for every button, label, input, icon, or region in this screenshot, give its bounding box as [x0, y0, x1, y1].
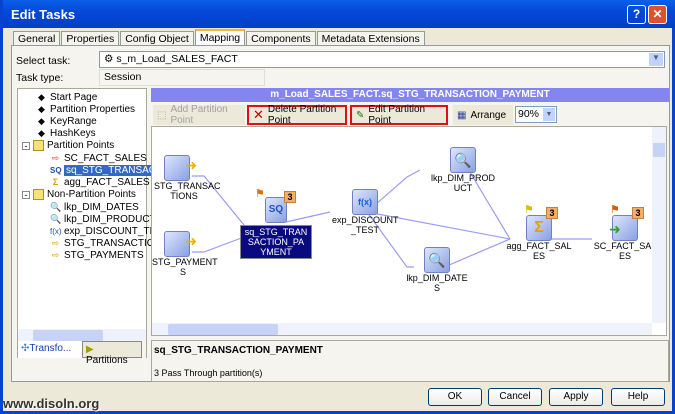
chevron-down-icon[interactable]: ▼: [649, 53, 663, 66]
help-title-button[interactable]: ?: [627, 5, 646, 24]
collapse-icon[interactable]: -: [22, 141, 30, 150]
tree-item-lkp-dim-product[interactable]: 🔍 lkp_DIM_PRODUCT: [50, 214, 156, 225]
select-task-dropdown[interactable]: ⚙ s_m_Load_SALES_FACT ▼: [99, 51, 665, 68]
arrange-icon: ▦: [457, 109, 467, 121]
delete-partition-point-button[interactable]: ✕ Delete Partition Point: [247, 104, 347, 126]
node-stg-payments[interactable]: ➜ STG_PAYMENT S: [152, 231, 218, 277]
edit-pencil-icon: ✎: [356, 109, 365, 121]
tree-folder-non-partition-points[interactable]: - Non-Partition Points: [22, 189, 136, 200]
node-lkp-dim-dates[interactable]: 🔍 lkp_DIM_DATE S: [404, 247, 470, 293]
partition-tree-panel: ◆ Start Page ◆ Partition Properties ◆ KeyRa…: [17, 88, 175, 366]
partition-count-badge: 3: [632, 207, 644, 219]
task-type-value: Session: [99, 69, 265, 86]
help-button[interactable]: Help: [611, 388, 665, 406]
apply-button[interactable]: Apply: [549, 388, 603, 406]
delete-x-icon: ✕: [253, 107, 264, 122]
tree-item-partition-properties[interactable]: ◆ Partition Properties: [36, 104, 135, 115]
add-icon: ⬚: [157, 109, 167, 121]
partition-info-panel: sq_STG_TRANSACTION_PAYMENT 3 Pass Throug…: [151, 340, 669, 382]
session-gear-icon: ⚙: [104, 53, 114, 65]
lookup-icon: 🔍: [50, 202, 62, 212]
node-exp-discount-test[interactable]: f(x) exp_DISCOUNT _TEST: [332, 189, 399, 235]
watermark: www.disoln.org: [3, 396, 100, 411]
node-icon: ◆: [38, 104, 45, 114]
source-table-icon: ➜: [164, 155, 197, 181]
close-button[interactable]: ✕: [648, 5, 667, 24]
title-bar: Edit Tasks: [3, 0, 675, 28]
tree-item-keyrange[interactable]: ◆ KeyRange: [36, 116, 97, 127]
edit-partition-point-button[interactable]: ✎ Edit Partition Point: [350, 104, 448, 126]
expression-icon: f(x): [352, 189, 378, 215]
partition-count-badge: 3: [284, 191, 296, 203]
partitions-flag-icon: ▶: [86, 344, 94, 355]
source-qualifier-icon: SQ: [50, 166, 62, 175]
tab-components[interactable]: Components: [246, 31, 316, 45]
info-name: sq_STG_TRANSACTION_PAYMENT: [154, 345, 323, 356]
node-icon: ◆: [38, 128, 45, 138]
lookup-icon: 🔍: [450, 147, 476, 173]
lookup-icon: 🔍: [424, 247, 450, 273]
node-icon: ◆: [38, 92, 45, 102]
add-partition-point-button[interactable]: ⬚ Add Partition Point: [153, 104, 245, 126]
partition-count-badge: 3: [546, 207, 558, 219]
selected-node-label: sq_STG_TRAN SACTION_PA YMENT: [240, 225, 312, 259]
source-icon: ⇨: [51, 250, 60, 260]
tree-item-stg-payments[interactable]: ⇨ STG_PAYMENTS: [50, 250, 144, 261]
node-sc-fact-sales[interactable]: ➜ 3 ⚑ SC_FACT_SAL ES: [592, 205, 658, 262]
canvas-vertical-scrollbar[interactable]: [652, 127, 666, 323]
chevron-down-icon[interactable]: ▼: [543, 108, 555, 121]
select-task-value: s_m_Load_SALES_FACT: [116, 53, 238, 65]
aggregator-icon: Σ: [52, 177, 59, 187]
tab-bar: General Properties Config Object Mapping…: [13, 29, 426, 46]
ok-button[interactable]: OK: [428, 388, 482, 406]
source-icon: ⇨: [51, 238, 60, 248]
tree-item-sc-fact-sales[interactable]: ⇨ SC_FACT_SALES: [50, 153, 147, 164]
node-stg-transactions[interactable]: ➜ STG_TRANSAC TIONS: [154, 155, 221, 201]
collapse-icon[interactable]: -: [22, 190, 30, 199]
expression-icon: f(x): [50, 227, 62, 236]
source-table-icon: ➜: [164, 231, 197, 257]
tab-config-object[interactable]: Config Object: [120, 31, 194, 45]
tree-folder-partition-points[interactable]: - Partition Points: [22, 140, 114, 151]
node-lkp-dim-product[interactable]: 🔍 lkp_DIM_PROD UCT: [430, 147, 496, 193]
select-task-label: Select task:: [16, 55, 71, 67]
tree-item-start-page[interactable]: ◆ Start Page: [36, 92, 97, 103]
lookup-icon: 🔍: [50, 214, 62, 224]
link-lines: [192, 168, 592, 269]
tab-metadata-extensions[interactable]: Metadata Extensions: [316, 31, 425, 45]
window-title: Edit Tasks: [11, 7, 76, 22]
tab-general[interactable]: General: [13, 31, 61, 45]
partition-flag-icon: ⚑: [255, 188, 265, 200]
folder-icon: [33, 189, 44, 200]
arrange-button[interactable]: ▦ Arrange: [453, 105, 513, 125]
mapping-header: m_Load_SALES_FACT.sq_STG_TRANSACTION_PAY…: [151, 88, 669, 102]
canvas-horizontal-scrollbar[interactable]: [152, 323, 652, 335]
tree-item-hashkeys[interactable]: ◆ HashKeys: [36, 128, 96, 139]
task-type-label: Task type:: [16, 72, 64, 84]
cancel-button[interactable]: Cancel: [488, 388, 542, 406]
tab-transformations[interactable]: ✣Transfo...: [18, 341, 82, 358]
edit-tasks-dialog: Edit Tasks ? ✕ General Properties Config…: [0, 0, 675, 414]
mapping-canvas[interactable]: ➜ STG_TRANSAC TIONS ➜ STG_PAYMENT S SQ 3 ⚑…: [151, 126, 667, 336]
tab-mapping[interactable]: Mapping: [194, 29, 246, 45]
mapping-panel: m_Load_SALES_FACT.sq_STG_TRANSACTION_PAY…: [151, 88, 669, 382]
node-sq-stg-transaction-payment[interactable]: SQ 3 ⚑ sq_STG_TRAN SACTION_PA YMENT: [240, 189, 312, 259]
tree-item-lkp-dim-dates[interactable]: 🔍 lkp_DIM_DATES: [50, 202, 139, 213]
tree-item-agg-fact-sales[interactable]: Σagg_FACT_SALES: [50, 177, 150, 188]
target-icon: ⇨: [51, 153, 60, 163]
partition-flag-icon: ⚑: [524, 204, 534, 216]
tab-properties[interactable]: Properties: [61, 31, 120, 45]
folder-icon: [33, 140, 44, 151]
tab-partitions[interactable]: ▶ Partitions: [82, 341, 142, 366]
info-detail: 3 Pass Through partition(s): [154, 368, 263, 378]
partition-flag-icon: ⚑: [610, 204, 620, 216]
zoom-select[interactable]: 90% ▼: [515, 106, 557, 123]
node-icon: ◆: [38, 116, 45, 126]
node-agg-fact-sales[interactable]: Σ 3 ⚑ agg_FACT_SAL ES: [506, 205, 572, 262]
